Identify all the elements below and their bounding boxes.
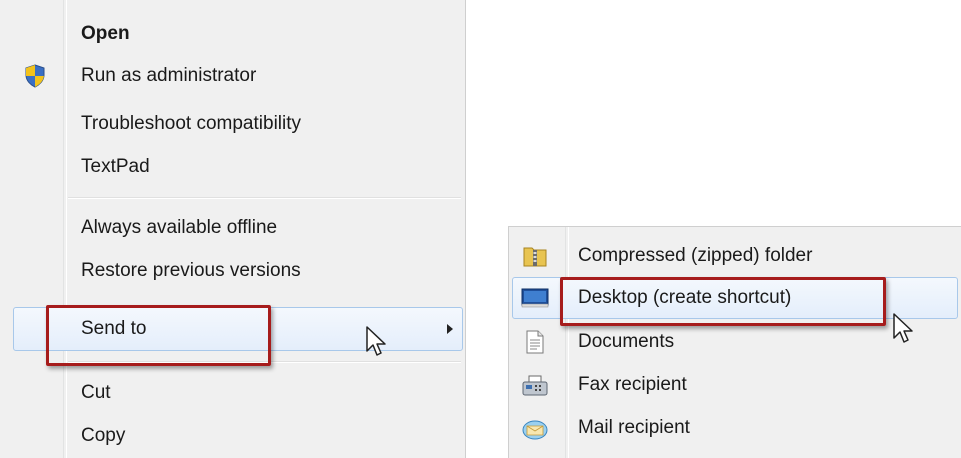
submenu-item-fax-recipient[interactable]: Fax recipient xyxy=(509,364,961,406)
menu-item-label: Always available offline xyxy=(81,217,278,238)
submenu-item-label: Mail recipient xyxy=(578,417,690,438)
menu-item-restore-previous-versions[interactable]: Restore previous versions xyxy=(0,252,465,290)
menu-item-textpad[interactable]: TextPad xyxy=(0,148,465,186)
uac-shield-icon xyxy=(25,64,45,88)
menu-item-label: Restore previous versions xyxy=(81,260,301,281)
menu-item-label: Run as administrator xyxy=(81,65,257,86)
menu-item-label: Copy xyxy=(81,425,126,446)
menu-separator xyxy=(68,197,461,199)
desktop-icon xyxy=(521,288,549,308)
zip-folder-icon xyxy=(523,247,547,267)
context-menu: Open Run as administrator Troubleshoot c… xyxy=(0,0,466,458)
submenu-item-compressed-folder[interactable]: Compressed (zipped) folder xyxy=(509,235,961,277)
submenu-item-label: Documents xyxy=(578,331,675,352)
menu-item-label: Troubleshoot compatibility xyxy=(81,113,302,134)
submenu-item-label: Fax recipient xyxy=(578,374,687,395)
submenu-item-mail-recipient[interactable]: Mail recipient xyxy=(509,407,961,449)
highlight-callout xyxy=(46,305,271,366)
highlight-callout xyxy=(560,277,886,326)
menu-item-label: Cut xyxy=(81,382,111,403)
documents-icon xyxy=(526,330,544,354)
menu-item-run-as-administrator[interactable]: Run as administrator xyxy=(0,57,465,95)
menu-item-label: Open xyxy=(81,23,130,44)
menu-item-cut[interactable]: Cut xyxy=(0,374,465,412)
submenu-arrow-icon xyxy=(447,324,453,334)
menu-item-always-available-offline[interactable]: Always available offline xyxy=(0,209,465,247)
mouse-cursor-icon xyxy=(893,313,913,343)
menu-item-open[interactable]: Open xyxy=(0,15,465,53)
mail-icon xyxy=(522,420,548,440)
fax-icon xyxy=(522,375,548,396)
mouse-cursor-icon xyxy=(366,326,386,356)
menu-item-copy[interactable]: Copy xyxy=(0,417,465,455)
submenu-item-label: Compressed (zipped) folder xyxy=(578,245,813,266)
menu-item-label: TextPad xyxy=(81,156,150,177)
menu-item-troubleshoot-compatibility[interactable]: Troubleshoot compatibility xyxy=(0,105,465,143)
